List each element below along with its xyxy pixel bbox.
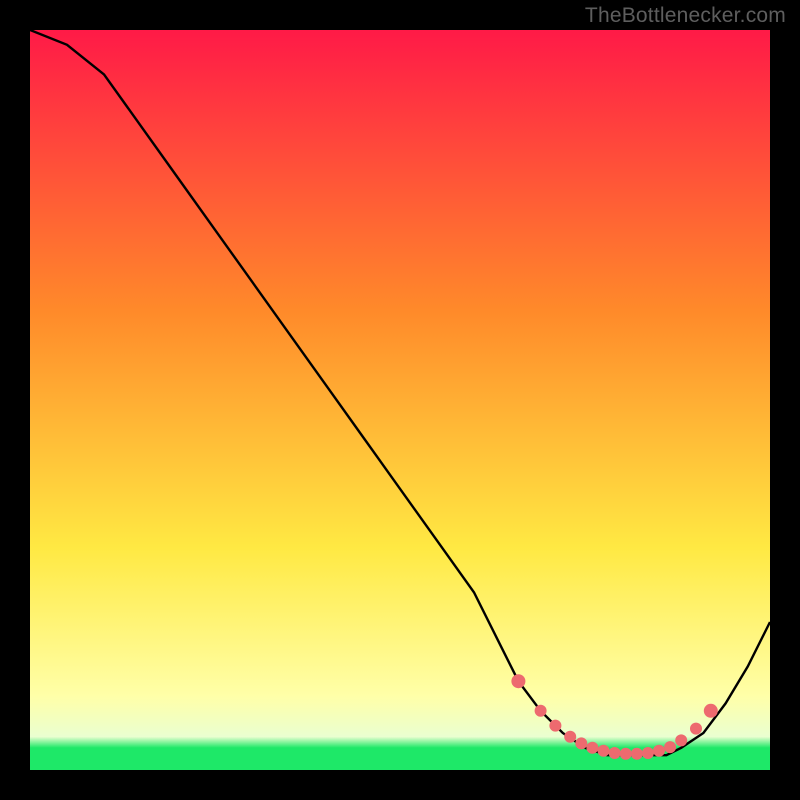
chart-svg bbox=[30, 30, 770, 770]
plot-area bbox=[30, 30, 770, 770]
marker-dot bbox=[586, 742, 598, 754]
marker-dot bbox=[642, 747, 654, 759]
marker-dot bbox=[511, 674, 525, 688]
marker-dot bbox=[675, 734, 687, 746]
marker-dot bbox=[704, 704, 718, 718]
watermark-text: TheBottlenecker.com bbox=[585, 4, 786, 28]
chart-frame: TheBottlenecker.com bbox=[0, 0, 800, 800]
marker-dot bbox=[564, 731, 576, 743]
marker-dot bbox=[620, 748, 632, 760]
marker-dot bbox=[549, 720, 561, 732]
marker-dot bbox=[664, 741, 676, 753]
marker-dot bbox=[631, 748, 643, 760]
marker-dot bbox=[575, 737, 587, 749]
marker-dot bbox=[653, 745, 665, 757]
marker-dot bbox=[535, 705, 547, 717]
marker-dot bbox=[690, 723, 702, 735]
marker-dot bbox=[598, 745, 610, 757]
marker-dot bbox=[609, 747, 621, 759]
gradient-bg bbox=[30, 30, 770, 770]
